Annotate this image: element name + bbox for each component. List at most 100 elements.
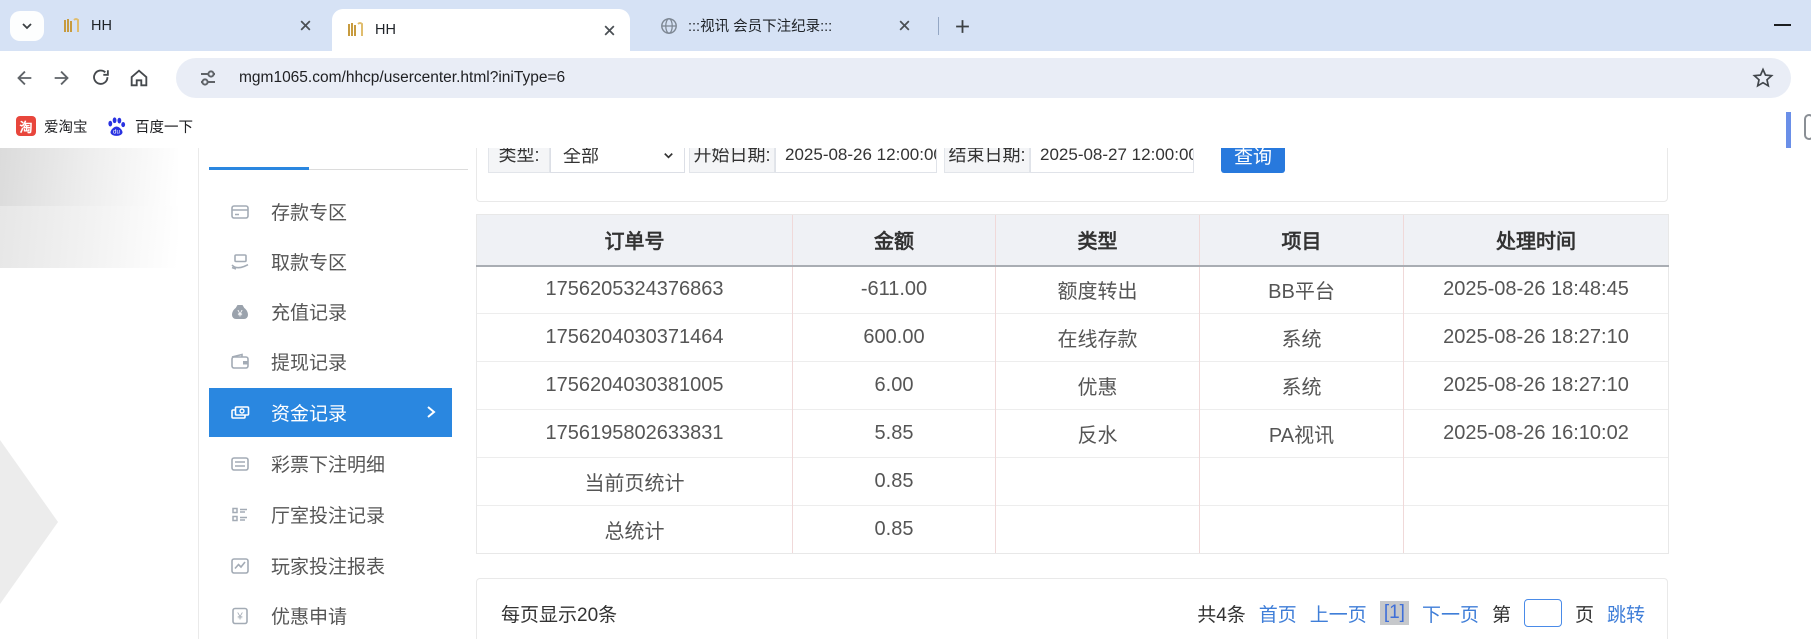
moneybag-icon: ¥ bbox=[229, 301, 251, 323]
fund-records-icon bbox=[229, 402, 251, 424]
bookmark-baidu[interactable]: du 百度一下 bbox=[102, 111, 197, 141]
table-row-page-stats: 当前页统计 0.85 bbox=[477, 458, 1669, 506]
bookmark-edge-item[interactable] bbox=[1786, 112, 1791, 148]
type-select-value: 全部 bbox=[563, 148, 662, 168]
cell-type: 反水 bbox=[996, 410, 1200, 458]
bookmark-star-icon[interactable] bbox=[1751, 66, 1775, 90]
sidebar-header-tab[interactable]: 财务中心 bbox=[212, 148, 296, 155]
tab-close-icon[interactable] bbox=[294, 15, 316, 37]
site-settings-icon[interactable] bbox=[197, 67, 219, 89]
col-time: 处理时间 bbox=[1404, 215, 1669, 266]
hh-favicon bbox=[62, 17, 82, 35]
first-page-link[interactable]: 首页 bbox=[1259, 600, 1297, 627]
tab-close-icon[interactable] bbox=[598, 19, 620, 41]
withdraw-hand-icon bbox=[229, 251, 251, 273]
chevron-right-icon bbox=[423, 401, 439, 423]
jump-suffix-label: 页 bbox=[1575, 600, 1594, 627]
sidebar-item-withdraw-zone[interactable]: 取款专区 bbox=[209, 237, 452, 286]
sidebar-left-border bbox=[198, 148, 199, 639]
start-date-label: 开始日期: bbox=[689, 148, 775, 173]
report-chart-icon bbox=[229, 555, 251, 577]
end-date-input[interactable] bbox=[1030, 148, 1194, 173]
cell-order-no: 1756204030381005 bbox=[477, 362, 793, 410]
cell-amount: 0.85 bbox=[793, 458, 996, 506]
cell-order-no: 1756205324376863 bbox=[477, 266, 793, 314]
home-icon bbox=[128, 67, 150, 89]
svg-text:du: du bbox=[113, 128, 120, 135]
cell-stats-label: 当前页统计 bbox=[477, 458, 793, 506]
jump-prefix-label: 第 bbox=[1492, 600, 1511, 627]
cell-time: 2025-08-26 18:27:10 bbox=[1404, 314, 1669, 362]
bookmark-taobao[interactable]: 淘 爱淘宝 bbox=[12, 111, 92, 141]
chevron-down-icon bbox=[662, 149, 675, 162]
watermark-shape bbox=[0, 148, 178, 206]
room-bet-icon bbox=[229, 504, 251, 526]
cell-type: 在线存款 bbox=[996, 314, 1200, 362]
start-date-input[interactable] bbox=[775, 148, 937, 173]
tab-close-icon[interactable] bbox=[893, 15, 915, 37]
lottery-detail-icon bbox=[229, 453, 251, 475]
next-page-link[interactable]: 下一页 bbox=[1422, 600, 1479, 627]
tab-search-button[interactable] bbox=[10, 11, 44, 41]
page-size-text: 每页显示20条 bbox=[501, 600, 617, 627]
sidebar-item-deposit-zone[interactable]: 存款专区 bbox=[209, 187, 452, 236]
cell-type: 优惠 bbox=[996, 362, 1200, 410]
back-arrow-icon bbox=[13, 67, 35, 89]
table-row: 1756204030381005 6.00 优惠 系统 2025-08-26 1… bbox=[477, 362, 1669, 410]
chevron-down-icon bbox=[19, 18, 35, 34]
sidebar-item-lottery-bet-detail[interactable]: 彩票下注明细 bbox=[209, 439, 452, 488]
filter-panel: 类型: 全部 开始日期: 结束日期: 查询 bbox=[476, 148, 1668, 202]
cell-project: PA视讯 bbox=[1200, 410, 1404, 458]
sidebar-item-room-bet-records[interactable]: 厅室投注记录 bbox=[209, 490, 452, 539]
home-button[interactable] bbox=[127, 66, 151, 90]
plus-icon bbox=[954, 18, 971, 35]
type-select[interactable]: 全部 bbox=[550, 148, 685, 173]
wallet-icon bbox=[229, 351, 251, 373]
cell-order-no: 1756204030371464 bbox=[477, 314, 793, 362]
new-tab-button[interactable] bbox=[948, 13, 976, 39]
back-button[interactable] bbox=[12, 66, 36, 90]
sidebar-item-recharge-records[interactable]: ¥ 充值记录 bbox=[209, 287, 452, 336]
cell-amount: -611.00 bbox=[793, 266, 996, 314]
watermark-shape bbox=[0, 206, 178, 268]
tab-title: HH bbox=[91, 18, 288, 34]
sidebar-item-promo-apply[interactable]: ¥ 优惠申请 bbox=[209, 591, 452, 639]
cell-stats-label: 总统计 bbox=[477, 506, 793, 554]
end-date-label: 结束日期: bbox=[944, 148, 1030, 173]
prev-page-link[interactable]: 上一页 bbox=[1310, 600, 1367, 627]
sidebar-item-withdrawal-records[interactable]: 提现记录 bbox=[209, 337, 452, 386]
tab-video-records[interactable]: :::视讯 会员下注纪录::: bbox=[645, 0, 925, 51]
cell-project: 系统 bbox=[1200, 314, 1404, 362]
url-text[interactable]: mgm1065.com/hhcp/usercenter.html?iniType… bbox=[239, 69, 1751, 87]
tab-title: :::视讯 会员下注纪录::: bbox=[688, 15, 887, 36]
svg-text:¥: ¥ bbox=[236, 308, 243, 318]
bookmarks-bar: 淘 爱淘宝 du 百度一下 bbox=[0, 104, 1811, 148]
bookmark-cut-icon bbox=[1804, 114, 1811, 140]
query-button[interactable]: 查询 bbox=[1221, 148, 1285, 173]
sidebar-item-player-bet-report[interactable]: 玩家投注报表 bbox=[209, 541, 452, 590]
tab-hh-1[interactable]: HH bbox=[48, 0, 326, 51]
col-type: 类型 bbox=[996, 215, 1200, 266]
tab-hh-2-active[interactable]: HH bbox=[332, 9, 630, 51]
jump-button[interactable]: 跳转 bbox=[1607, 600, 1645, 627]
cell-amount: 5.85 bbox=[793, 410, 996, 458]
reload-button[interactable] bbox=[89, 66, 113, 90]
url-bar[interactable]: mgm1065.com/hhcp/usercenter.html?iniType… bbox=[176, 58, 1791, 98]
tab-strip: HH HH :::视讯 会员下注纪录::: bbox=[0, 0, 1811, 51]
table-row-total-stats: 总统计 0.85 bbox=[477, 506, 1669, 554]
cell-time: 2025-08-26 16:10:02 bbox=[1404, 410, 1669, 458]
minimize-button[interactable] bbox=[1774, 24, 1791, 26]
table-row: 1756205324376863 -611.00 额度转出 BB平台 2025-… bbox=[477, 266, 1669, 314]
bookmark-label: 百度一下 bbox=[135, 116, 193, 137]
col-amount: 金额 bbox=[793, 215, 996, 266]
baidu-paw-icon: du bbox=[106, 116, 127, 137]
cell-project: BB平台 bbox=[1200, 266, 1404, 314]
cell-type: 额度转出 bbox=[996, 266, 1200, 314]
forward-button[interactable] bbox=[50, 66, 74, 90]
col-order-no: 订单号 bbox=[477, 215, 793, 266]
sidebar-item-fund-records[interactable]: 资金记录 bbox=[209, 388, 452, 437]
total-count-text: 共4条 bbox=[1197, 600, 1246, 627]
hh-favicon bbox=[346, 21, 366, 39]
page-jump-input[interactable] bbox=[1524, 599, 1562, 627]
promo-apply-icon: ¥ bbox=[229, 605, 251, 627]
